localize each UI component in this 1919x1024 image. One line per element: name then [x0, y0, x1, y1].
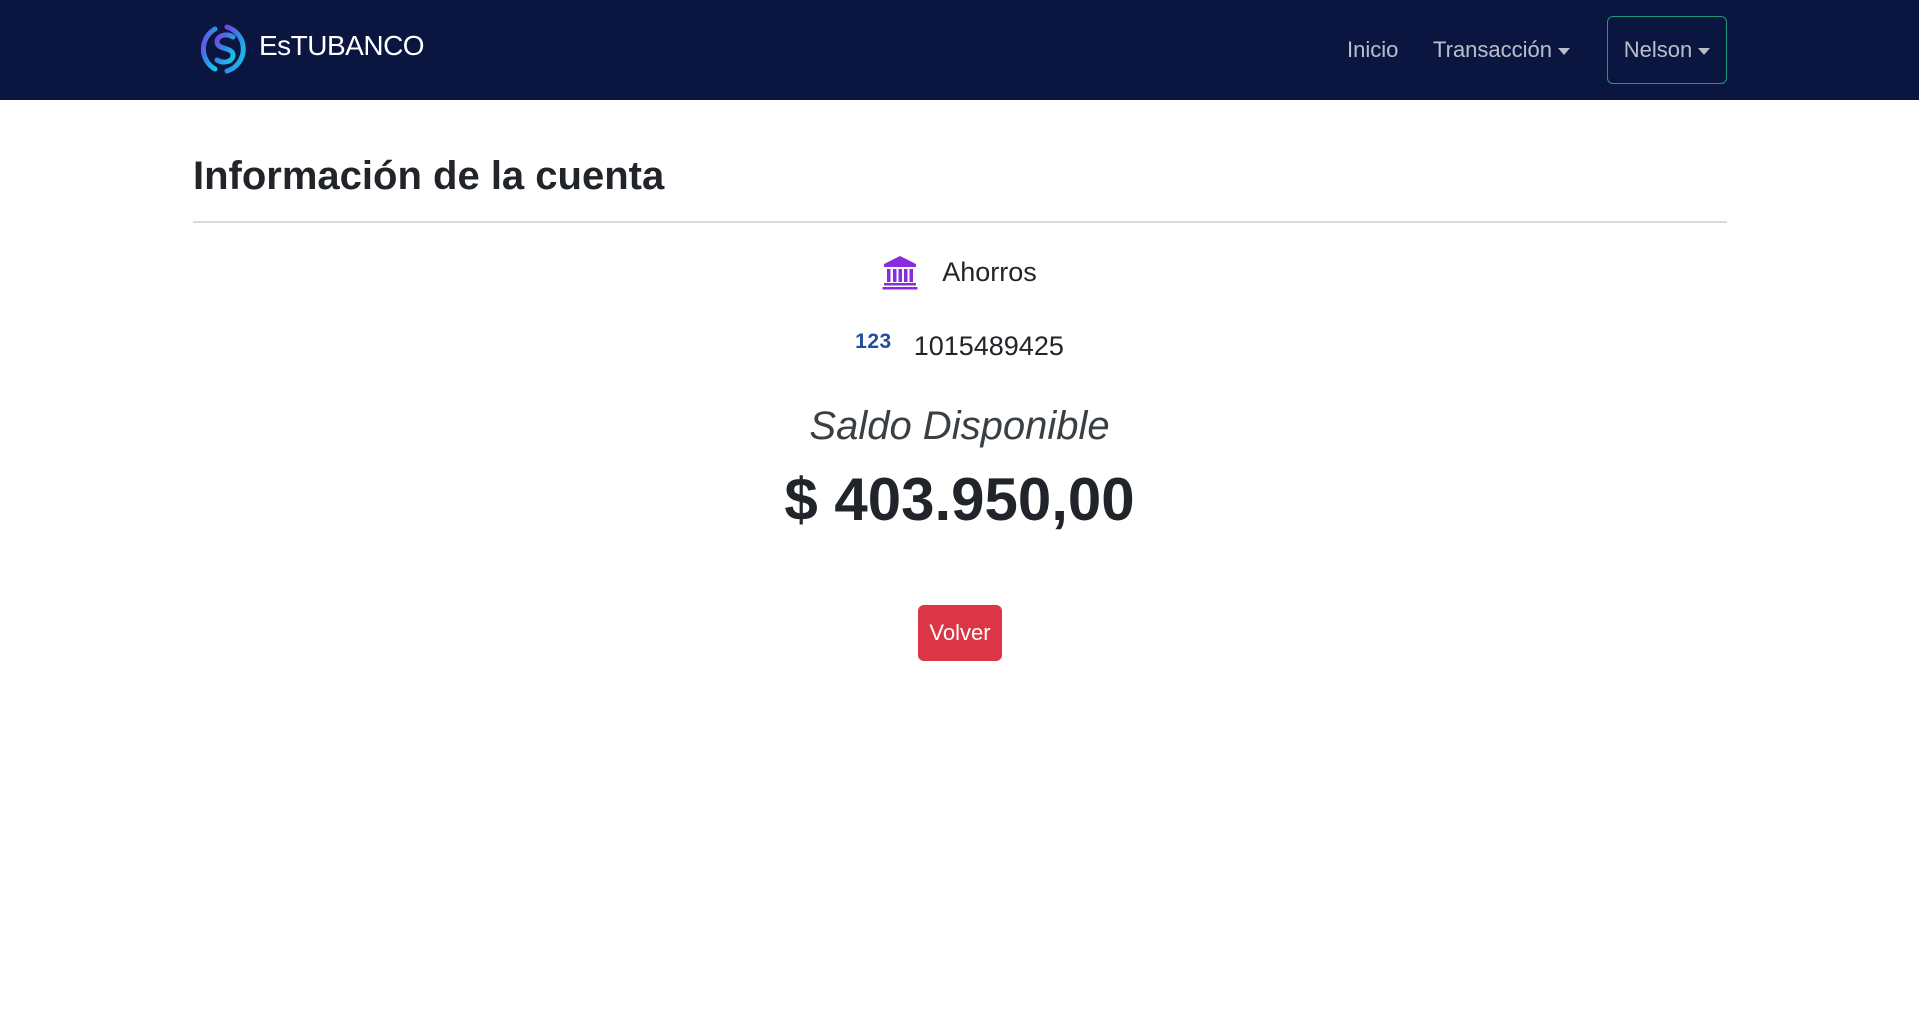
account-number-row: 123 1015489425	[0, 326, 1919, 366]
account-type-row: Ahorros	[0, 252, 1919, 292]
bank-icon	[882, 256, 918, 290]
brand-name: EsTUBANCO	[259, 30, 425, 61]
balance-amount: $ 403.950,00	[784, 466, 1135, 533]
dollar-logo-icon	[193, 17, 257, 81]
account-number: 1015489425	[913, 330, 1064, 361]
caret-down-icon	[1558, 47, 1571, 55]
numbers-icon: 123	[855, 330, 892, 353]
user-menu-button[interactable]: Nelson	[1607, 16, 1727, 84]
page-title: Información de la cuenta	[193, 154, 665, 198]
nav-dropdown-transaccion[interactable]: Transacción	[1433, 37, 1571, 63]
caret-down-icon	[1698, 47, 1711, 55]
account-type-label: Ahorros	[942, 256, 1037, 287]
back-button[interactable]: Volver	[918, 605, 1002, 661]
nav-link-inicio[interactable]: Inicio	[1347, 37, 1398, 63]
top-navbar: EsTUBANCO Inicio Transacción Nelson	[0, 0, 1919, 100]
title-divider	[193, 221, 1727, 223]
nav-dropdown-transaccion-label: Transacción	[1433, 37, 1553, 62]
user-menu-label: Nelson	[1623, 37, 1693, 62]
balance-label: Saldo Disponible	[809, 404, 1110, 448]
brand-link[interactable]: EsTUBANCO	[193, 17, 425, 81]
